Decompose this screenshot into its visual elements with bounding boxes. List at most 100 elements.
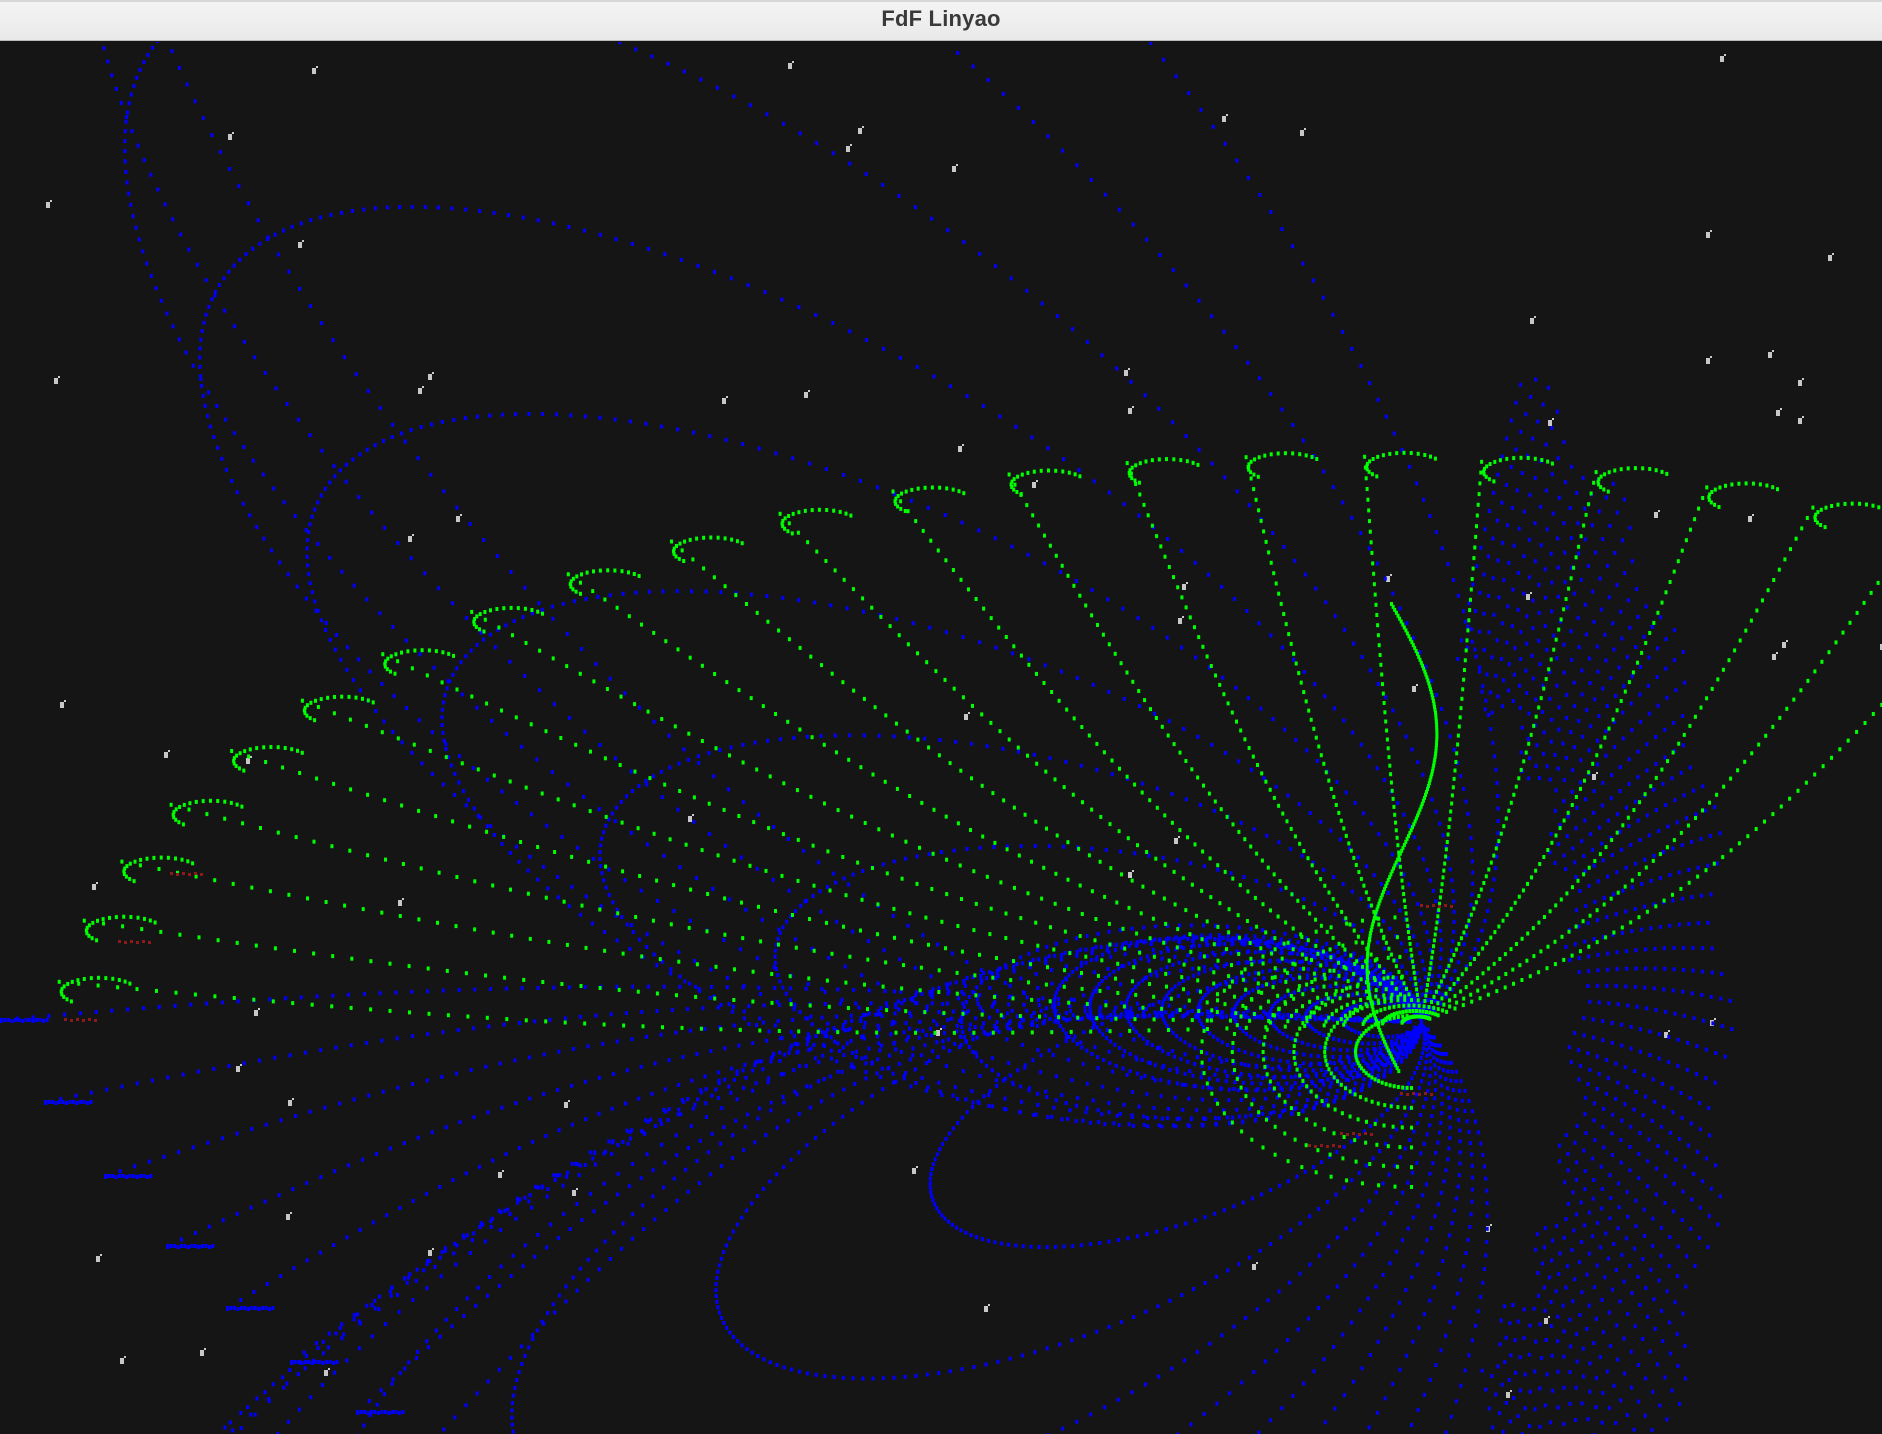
point [149, 172, 153, 177]
point [1360, 1208, 1364, 1213]
point [1488, 898, 1492, 903]
point [1132, 870, 1134, 872]
point [305, 1181, 309, 1186]
point [1723, 1054, 1727, 1059]
point [1633, 1069, 1637, 1074]
point [1545, 647, 1549, 652]
point [1094, 957, 1098, 962]
point [1431, 888, 1435, 893]
point [634, 47, 638, 52]
point [362, 1423, 366, 1428]
point [714, 1087, 718, 1092]
point [316, 1345, 320, 1350]
point [1361, 1252, 1365, 1257]
point [1339, 837, 1342, 842]
point [640, 1010, 644, 1014]
point [246, 201, 250, 206]
point [1487, 509, 1491, 513]
point [96, 1256, 100, 1262]
point [1505, 436, 1509, 441]
point [1556, 1339, 1560, 1344]
point [725, 1325, 729, 1330]
point [1383, 1068, 1387, 1073]
point [125, 180, 129, 185]
point [1123, 1049, 1127, 1054]
point [1556, 536, 1559, 541]
point [722, 398, 726, 404]
point [1034, 972, 1038, 977]
point [1557, 842, 1561, 847]
point [1688, 1095, 1692, 1100]
point [1622, 1336, 1626, 1341]
point [118, 1169, 122, 1174]
point [1593, 1101, 1596, 1106]
point [1618, 829, 1622, 834]
point [1597, 1071, 1601, 1076]
point [556, 1087, 560, 1092]
render-viewport[interactable] [0, 42, 1882, 1434]
point [1315, 1000, 1319, 1005]
point [1618, 1299, 1622, 1304]
point [1239, 1098, 1243, 1102]
point [1247, 972, 1251, 977]
point [832, 1375, 836, 1380]
point [1782, 642, 1786, 648]
window-title: FdF Linyao [881, 6, 1001, 31]
point [1277, 1289, 1281, 1294]
title-bar[interactable]: FdF Linyao [0, 0, 1882, 41]
point [1471, 1175, 1475, 1180]
point [927, 852, 931, 857]
point [608, 593, 612, 598]
point [1581, 1374, 1585, 1379]
point [239, 1411, 243, 1415]
point [1193, 1046, 1197, 1051]
point [1681, 896, 1684, 901]
point [1570, 1248, 1574, 1252]
point [282, 500, 286, 505]
point [631, 1162, 635, 1166]
point [455, 1307, 459, 1312]
point [1200, 1122, 1204, 1127]
point [1150, 941, 1153, 946]
point [1663, 966, 1667, 971]
point [680, 1097, 684, 1102]
point [831, 321, 835, 325]
point [1484, 1253, 1488, 1258]
point [1085, 1081, 1089, 1086]
point [411, 1082, 415, 1087]
point [1061, 148, 1065, 153]
point [1459, 1079, 1463, 1084]
point [1213, 1211, 1217, 1216]
point [398, 900, 402, 906]
point [1457, 1118, 1461, 1122]
point [930, 1167, 934, 1172]
point [1237, 1114, 1241, 1119]
point [1624, 1236, 1628, 1241]
point [710, 1093, 714, 1098]
point [1714, 1051, 1718, 1055]
point [1250, 767, 1253, 772]
point [1505, 640, 1509, 645]
point [1575, 1177, 1578, 1182]
point [358, 688, 362, 693]
point [1092, 479, 1096, 484]
point [410, 1034, 414, 1039]
wireframe-canvas[interactable] [0, 42, 1882, 1434]
point [442, 489, 446, 494]
point [1652, 1297, 1656, 1302]
point [1033, 1350, 1037, 1355]
point [1412, 635, 1416, 640]
point [1200, 1011, 1204, 1016]
point [823, 990, 827, 994]
point [1184, 797, 1188, 802]
point [1592, 1118, 1596, 1123]
point [763, 290, 767, 295]
point [1278, 1113, 1282, 1118]
point [1458, 1128, 1462, 1133]
point [232, 132, 234, 134]
point [652, 952, 656, 957]
point [645, 932, 649, 937]
point [471, 1238, 474, 1243]
point [1021, 961, 1025, 966]
point [906, 923, 910, 928]
